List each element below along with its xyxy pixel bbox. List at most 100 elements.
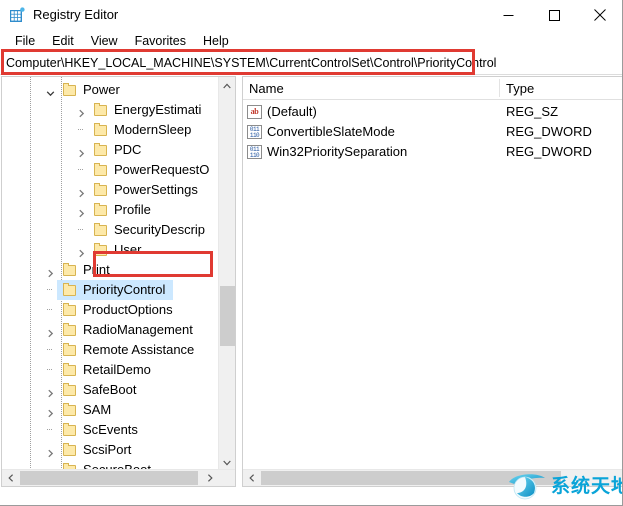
chevron-right-icon[interactable] — [77, 205, 86, 218]
status-bar — [0, 487, 622, 505]
folder-icon — [94, 223, 108, 236]
tree-node-label: Power — [83, 82, 120, 97]
tree-node-pdc[interactable]: PDC — [2, 140, 219, 160]
registry-values-pane[interactable]: Name Type ab (Default) REG_SZ 011 110 Convert… — [242, 76, 622, 487]
column-header-type[interactable]: Type — [506, 80, 534, 97]
tree-node-label: PowerSettings — [114, 182, 198, 197]
close-button[interactable] — [577, 0, 622, 30]
value-row[interactable]: 011 110 Win32PrioritySeparation REG_DWORD — [243, 142, 622, 162]
folder-icon — [63, 323, 77, 336]
tree-node-productoptions[interactable]: ProductOptions — [2, 300, 219, 320]
chevron-right-icon[interactable] — [46, 385, 55, 398]
chevron-right-icon[interactable] — [46, 405, 55, 418]
dword-value-icon: 011 110 — [247, 145, 262, 159]
address-bar[interactable]: Computer\HKEY_LOCAL_MACHINE\SYSTEM\Curre… — [0, 52, 622, 75]
tree-node-sam[interactable]: SAM — [2, 400, 219, 420]
tree-node-modernsleep[interactable]: ModernSleep — [2, 120, 219, 140]
registry-tree-pane[interactable]: Power EnergyEstimati ModernSleep PDC PowerRe… — [1, 76, 236, 487]
chevron-right-icon[interactable] — [77, 245, 86, 258]
folder-icon — [63, 443, 77, 456]
chevron-up-icon[interactable] — [219, 77, 235, 94]
tree-node-label: RadioManagement — [83, 322, 193, 337]
tree-node-user[interactable]: User — [2, 240, 219, 260]
chevron-right-icon[interactable] — [201, 470, 218, 486]
tree-node-powersettings[interactable]: PowerSettings — [2, 180, 219, 200]
folder-icon — [94, 103, 108, 116]
values-horizontal-scrollbar[interactable] — [243, 469, 622, 486]
tree-hscrollbar-thumb[interactable] — [20, 471, 198, 485]
menu-file[interactable]: File — [7, 32, 44, 50]
folder-icon — [94, 143, 108, 156]
tree-node-label: PDC — [114, 142, 142, 157]
chevron-right-icon[interactable] — [46, 265, 55, 278]
folder-icon — [63, 383, 77, 396]
tree-node-scsiport[interactable]: ScsiPort — [2, 440, 219, 460]
tree-node-securitydescrip[interactable]: SecurityDescrip — [2, 220, 219, 240]
value-type: REG_DWORD — [506, 124, 592, 139]
minimize-button[interactable] — [485, 0, 531, 30]
tree-node-retaildemo[interactable]: RetailDemo — [2, 360, 219, 380]
tree-node-safeboot[interactable]: SafeBoot — [2, 380, 219, 400]
folder-icon — [94, 163, 108, 176]
menu-favorites[interactable]: Favorites — [127, 32, 195, 50]
tree-node-power[interactable]: Power — [2, 80, 219, 100]
chevron-down-icon[interactable] — [46, 85, 55, 97]
tree-node-energyestimati[interactable]: EnergyEstimati — [2, 100, 219, 120]
folder-icon — [94, 243, 108, 256]
tree-node-label: Profile — [114, 202, 151, 217]
tree-horizontal-scrollbar[interactable] — [2, 469, 235, 486]
string-value-icon: ab — [247, 105, 262, 119]
tree-leaf-connector — [47, 349, 52, 350]
registry-icon — [9, 7, 26, 24]
chevron-right-icon[interactable] — [77, 185, 86, 198]
folder-icon — [63, 283, 77, 296]
folder-icon — [94, 203, 108, 216]
menu-view[interactable]: View — [83, 32, 127, 50]
tree-node-prioritycontrol[interactable]: PriorityControl — [2, 280, 219, 300]
folder-icon — [63, 263, 77, 276]
chevron-right-icon[interactable] — [77, 105, 86, 118]
dword-value-icon: 011 110 — [247, 125, 262, 139]
title-bar: Registry Editor — [0, 0, 622, 31]
window-title: Registry Editor — [33, 7, 119, 22]
menu-edit[interactable]: Edit — [44, 32, 83, 50]
chevron-left-icon[interactable] — [2, 470, 19, 486]
tree-node-label: PriorityControl — [83, 282, 166, 297]
address-path: Computer\HKEY_LOCAL_MACHINE\SYSTEM\Curre… — [6, 56, 497, 70]
chevron-right-icon[interactable] — [46, 445, 55, 458]
maximize-button[interactable] — [531, 0, 577, 30]
tree-node-label: Print — [83, 262, 110, 277]
folder-icon — [94, 123, 108, 136]
chevron-right-icon[interactable] — [46, 325, 55, 338]
folder-icon — [63, 423, 77, 436]
tree-node-label: ModernSleep — [114, 122, 192, 137]
column-header-name[interactable]: Name — [249, 80, 284, 97]
tree-leaf-connector — [47, 429, 52, 430]
column-divider[interactable] — [499, 79, 500, 97]
folder-icon — [63, 303, 77, 316]
value-name: ConvertibleSlateMode — [267, 124, 395, 139]
tree-node-remote-assistance[interactable]: Remote Assistance — [2, 340, 219, 360]
tree-node-label: SafeBoot — [83, 382, 137, 397]
tree-scrollbar-thumb[interactable] — [220, 286, 235, 346]
folder-icon — [94, 183, 108, 196]
tree-node-scevents[interactable]: ScEvents — [2, 420, 219, 440]
menu-help[interactable]: Help — [195, 32, 238, 50]
folder-icon — [63, 363, 77, 376]
chevron-left-icon[interactable] — [243, 470, 260, 486]
registry-editor-window: Registry Editor File Edit View Favorites… — [0, 0, 623, 506]
tree-node-powerrequesto[interactable]: PowerRequestO — [2, 160, 219, 180]
tree-node-print[interactable]: Print — [2, 260, 219, 280]
value-name: Win32PrioritySeparation — [267, 144, 408, 159]
folder-icon — [63, 343, 77, 356]
chevron-right-icon[interactable] — [77, 145, 86, 158]
value-row[interactable]: ab (Default) REG_SZ — [243, 102, 622, 122]
tree-node-profile[interactable]: Profile — [2, 200, 219, 220]
tree-node-label: User — [114, 242, 142, 257]
value-name: (Default) — [267, 104, 317, 119]
tree-node-radiomanagement[interactable]: RadioManagement — [2, 320, 219, 340]
values-hscrollbar-thumb[interactable] — [261, 471, 561, 485]
tree-vertical-scrollbar[interactable] — [218, 77, 235, 471]
value-type: REG_SZ — [506, 104, 559, 119]
value-row[interactable]: 011 110 ConvertibleSlateMode REG_DWORD — [243, 122, 622, 142]
